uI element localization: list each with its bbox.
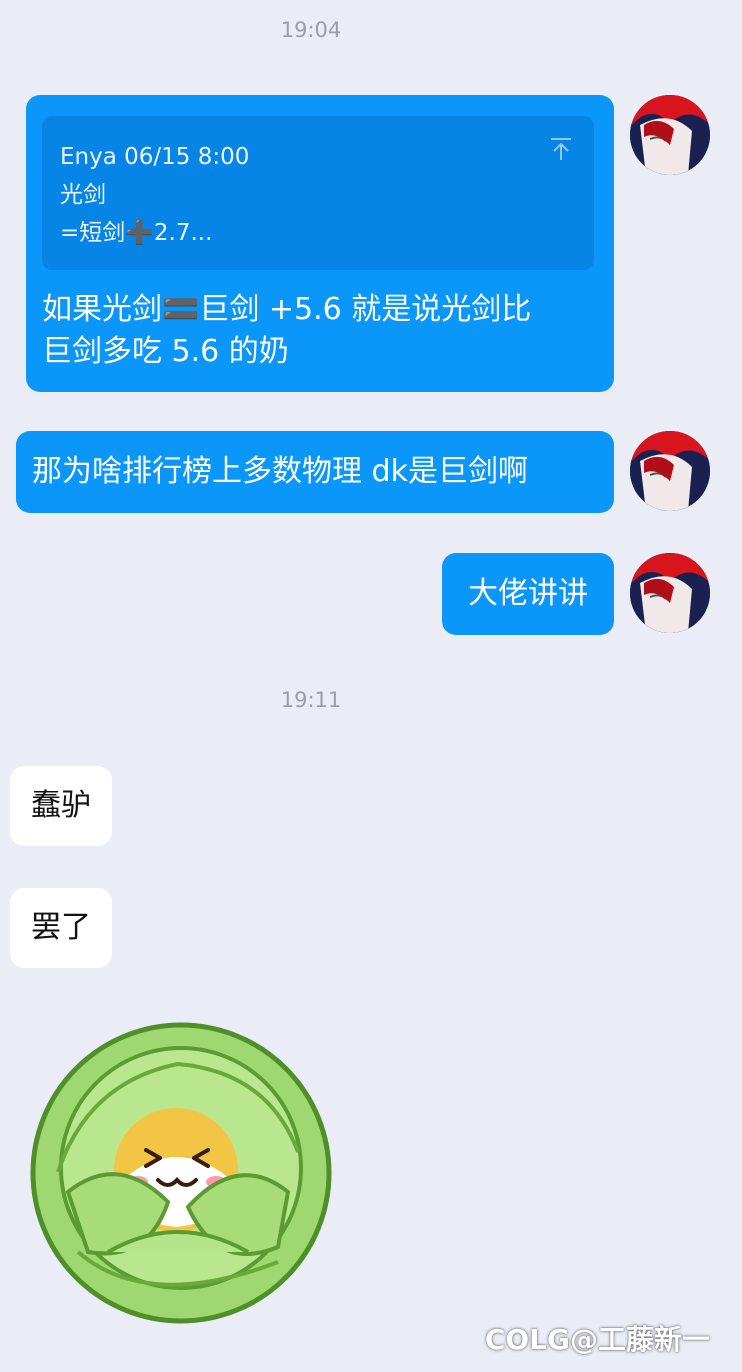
avatar[interactable] [630, 431, 710, 511]
timestamp: 19:11 [280, 688, 342, 712]
message-bubble[interactable]: 蠢驴 [10, 766, 112, 846]
message-text: 蠢驴 [31, 788, 91, 823]
watermark: COLG@工藤新一 [484, 1323, 710, 1356]
message-text: 大佬讲讲 [468, 576, 588, 611]
message-text: 那为啥排行榜上多数物理 dk是巨剑啊 [32, 454, 528, 489]
avatar[interactable] [630, 553, 710, 633]
timestamp: 19:04 [280, 18, 342, 42]
message-bubble[interactable]: 大佬讲讲 [442, 553, 614, 635]
message-text: 罢了 [31, 910, 91, 945]
quote-line: =短剑➕2.7... [60, 220, 213, 246]
quote-header: Enya 06/15 8:00 [60, 144, 250, 170]
quote-line: 光剑 [60, 182, 106, 208]
pin-top-icon[interactable] [548, 136, 574, 162]
avatar[interactable] [630, 95, 710, 175]
message-bubble[interactable]: 那为啥排行榜上多数物理 dk是巨剑啊 [16, 431, 614, 513]
cabbage-shiba-sticker[interactable] [28, 1022, 334, 1324]
message-text-line: 如果光剑🟰巨剑 +5.6 就是说光剑比 [42, 292, 532, 327]
quoted-message[interactable]: Enya 06/15 8:00 光剑 =短剑➕2.7... [42, 116, 594, 270]
message-bubble[interactable]: 罢了 [10, 888, 112, 968]
message-text-line: 巨剑多吃 5.6 的奶 [42, 334, 289, 369]
